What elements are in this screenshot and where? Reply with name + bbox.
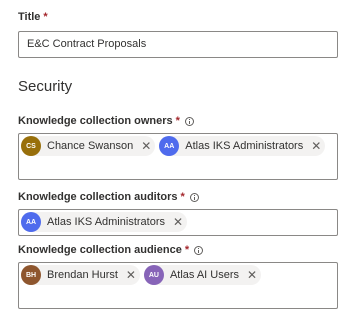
close-icon[interactable]: ✕ [124, 268, 138, 282]
title-field: Title * E&C Contract Proposals [18, 9, 338, 58]
close-icon[interactable]: ✕ [245, 268, 259, 282]
info-icon[interactable] [189, 192, 199, 202]
person-name: Atlas IKS Administrators [47, 216, 165, 228]
person-pill: CS Chance Swanson ✕ [21, 136, 156, 156]
auditors-people-picker[interactable]: AA Atlas IKS Administrators ✕ [18, 209, 338, 236]
auditors-field: Knowledge collection auditors * AA Atlas… [18, 189, 338, 236]
avatar: BH [21, 265, 41, 285]
owners-people-picker[interactable]: CS Chance Swanson ✕ AA Atlas IKS Adminis… [18, 133, 338, 180]
avatar: CS [21, 136, 41, 156]
avatar: AU [143, 265, 164, 285]
info-icon[interactable] [194, 245, 204, 255]
section-heading-security: Security [18, 78, 73, 95]
person-name: Atlas IKS Administrators [185, 140, 304, 152]
title-input[interactable]: E&C Contract Proposals [18, 31, 338, 58]
owners-label: Knowledge collection owners * [18, 113, 338, 129]
auditors-label: Knowledge collection auditors * [18, 189, 338, 205]
auditors-label-text: Knowledge collection auditors [18, 191, 178, 203]
person-pill: BH Brendan Hurst ✕ [21, 265, 140, 285]
close-icon[interactable]: ✕ [171, 215, 185, 229]
info-icon[interactable] [184, 116, 194, 126]
required-asterisk: * [184, 244, 190, 256]
owners-pill-row: CS Chance Swanson ✕ AA Atlas IKS Adminis… [21, 136, 335, 156]
title-label: Title * [18, 9, 338, 25]
audience-field: Knowledge collection audience * BH Brend… [18, 242, 338, 309]
required-asterisk: * [175, 115, 180, 127]
audience-label: Knowledge collection audience * [18, 242, 338, 258]
required-asterisk: * [180, 191, 185, 203]
person-name: Brendan Hurst [47, 269, 118, 281]
person-pill: AA Atlas IKS Administrators ✕ [159, 136, 326, 156]
person-pill: AU Atlas AI Users ✕ [143, 265, 262, 285]
auditors-pill-row: AA Atlas IKS Administrators ✕ [21, 212, 335, 232]
person-pill: AA Atlas IKS Administrators ✕ [21, 212, 187, 232]
owners-field: Knowledge collection owners * CS Chance … [18, 113, 338, 180]
audience-label-text: Knowledge collection audience [18, 244, 182, 256]
required-asterisk: * [43, 11, 48, 23]
close-icon[interactable]: ✕ [309, 139, 323, 153]
person-name: Atlas AI Users [169, 269, 240, 281]
avatar: AA [159, 136, 180, 156]
audience-pill-row: BH Brendan Hurst ✕ AU Atlas AI Users ✕ [21, 265, 335, 285]
person-name: Chance Swanson [47, 140, 134, 152]
title-label-text: Title [18, 11, 41, 23]
owners-label-text: Knowledge collection owners [18, 115, 173, 127]
avatar: AA [21, 212, 41, 232]
audience-people-picker[interactable]: BH Brendan Hurst ✕ AU Atlas AI Users ✕ [18, 262, 338, 309]
close-icon[interactable]: ✕ [139, 139, 153, 153]
